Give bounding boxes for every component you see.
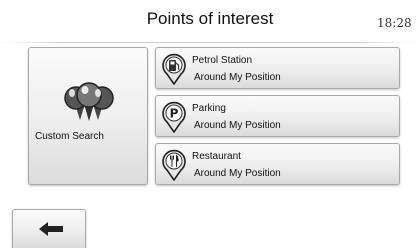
restaurant-icon: [162, 149, 186, 181]
custom-search-label: Custom Search: [35, 131, 104, 142]
svg-text:P: P: [170, 107, 179, 121]
category-subtitle: Around My Position: [194, 168, 281, 179]
category-restaurant[interactable]: Restaurant Around My Position: [155, 143, 400, 185]
back-arrow-icon: [39, 222, 63, 236]
category-name: Restaurant: [192, 151, 241, 162]
parking-icon: P: [162, 101, 186, 133]
category-subtitle: Around My Position: [194, 72, 281, 83]
poi-balloons-icon: [64, 82, 114, 121]
category-subtitle: Around My Position: [194, 120, 281, 131]
clock: 18:28: [377, 16, 412, 30]
category-name: Parking: [192, 103, 226, 114]
header-divider: [0, 42, 418, 43]
custom-search-button[interactable]: Custom Search: [28, 47, 148, 185]
category-petrol-station[interactable]: Petrol Station Around My Position: [155, 47, 400, 89]
fuel-pump-icon: [162, 53, 186, 85]
back-button[interactable]: [12, 209, 86, 248]
category-name: Petrol Station: [192, 55, 253, 66]
category-parking[interactable]: P Parking Around My Position: [155, 95, 400, 137]
page-title: Points of interest: [146, 9, 274, 28]
poi-screen: Points of interest 18:28 Custom Search P…: [0, 0, 418, 248]
